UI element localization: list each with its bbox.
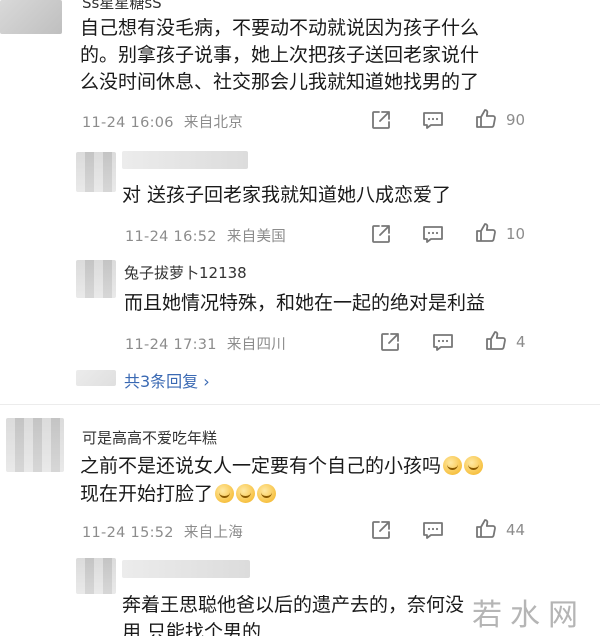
share-icon[interactable] [369,108,393,132]
share-icon[interactable] [378,330,402,354]
avatar-placeholder [76,370,116,386]
reply-text-line: 而且她情况特殊，和她在一起的绝对是利益 [124,292,486,314]
username[interactable]: Ss星星糖sS [82,0,162,13]
username-redacted [122,560,250,578]
timestamp: 11-24 16:52 [125,229,217,245]
share-icon[interactable] [369,222,393,246]
like-count: 44 [506,521,526,539]
comment-meta: 11-24 15:52 来自上海 [82,521,243,542]
location: 来自上海 [183,525,244,541]
reply-meta: 11-24 16:52 来自美国 [125,225,286,246]
avatar[interactable] [0,0,62,34]
comment-feed: Ss星星糖sS 自己想有没毛病，不要动不动就说因为孩子什么 的。别拿孩子说事，她… [0,0,600,636]
location: 来自美国 [226,229,287,245]
comment-icon[interactable] [421,108,445,132]
username-redacted [122,151,248,169]
comment-text-line: 么没时间休息、社交那会儿我就知道她找男的了 [80,71,480,93]
comment-text-line: 的。别拿孩子说事，她上次把孩子送回老家说什 [80,44,480,66]
timestamp: 11-24 17:31 [125,337,217,353]
reply-text-line: 用 只能找个男的 [122,621,262,636]
smile-emoji-icon [215,484,235,503]
smile-emoji-icon [236,484,256,503]
smile-emoji-icon [464,456,484,475]
comment-meta: 11-24 16:06 来自北京 [82,111,243,132]
like-count: 10 [506,225,526,243]
avatar[interactable] [6,418,64,472]
reply-meta: 11-24 17:31 来自四川 [125,333,286,354]
smile-emoji-icon [443,456,463,475]
smile-emoji-icon [257,484,277,503]
like-count: 90 [506,111,526,129]
comment-text-line: 自己想有没毛病，不要动不动就说因为孩子什么 [80,17,480,39]
timestamp: 11-24 16:06 [82,115,174,131]
avatar[interactable] [76,260,116,298]
comment-icon[interactable] [431,330,455,354]
avatar[interactable] [76,152,116,192]
share-icon[interactable] [369,518,393,542]
like-count: 4 [516,333,526,351]
timestamp: 11-24 15:52 [82,525,174,541]
comment-text: 之前不是还说女人一定要有个自己的小孩吗 [80,455,442,477]
location: 来自四川 [226,337,287,353]
username[interactable]: 兔子拔萝卜12138 [124,262,247,283]
like-icon[interactable] [474,517,498,541]
comment-icon[interactable] [421,518,445,542]
comment-text-line: 之前不是还说女人一定要有个自己的小孩吗 [80,453,484,480]
reply-text-line: 奔着王思聪他爸以后的遗产去的，奈何没 [122,594,465,616]
location: 来自北京 [183,115,244,131]
comment-icon[interactable] [421,222,445,246]
watermark: 若水网 [472,598,586,633]
like-icon[interactable] [474,221,498,245]
like-icon[interactable] [474,107,498,131]
avatar[interactable] [76,558,116,594]
reply-text-line: 对 送孩子回老家我就知道她八成恋爱了 [122,184,452,206]
like-icon[interactable] [484,329,508,353]
view-replies-link[interactable]: 共3条回复 › [124,368,210,392]
comment-text: 现在开始打脸了 [80,483,214,505]
comment-text-line: 现在开始打脸了 [80,481,277,508]
divider [0,404,600,405]
username[interactable]: 可是高高不爱吃年糕 [82,427,217,448]
